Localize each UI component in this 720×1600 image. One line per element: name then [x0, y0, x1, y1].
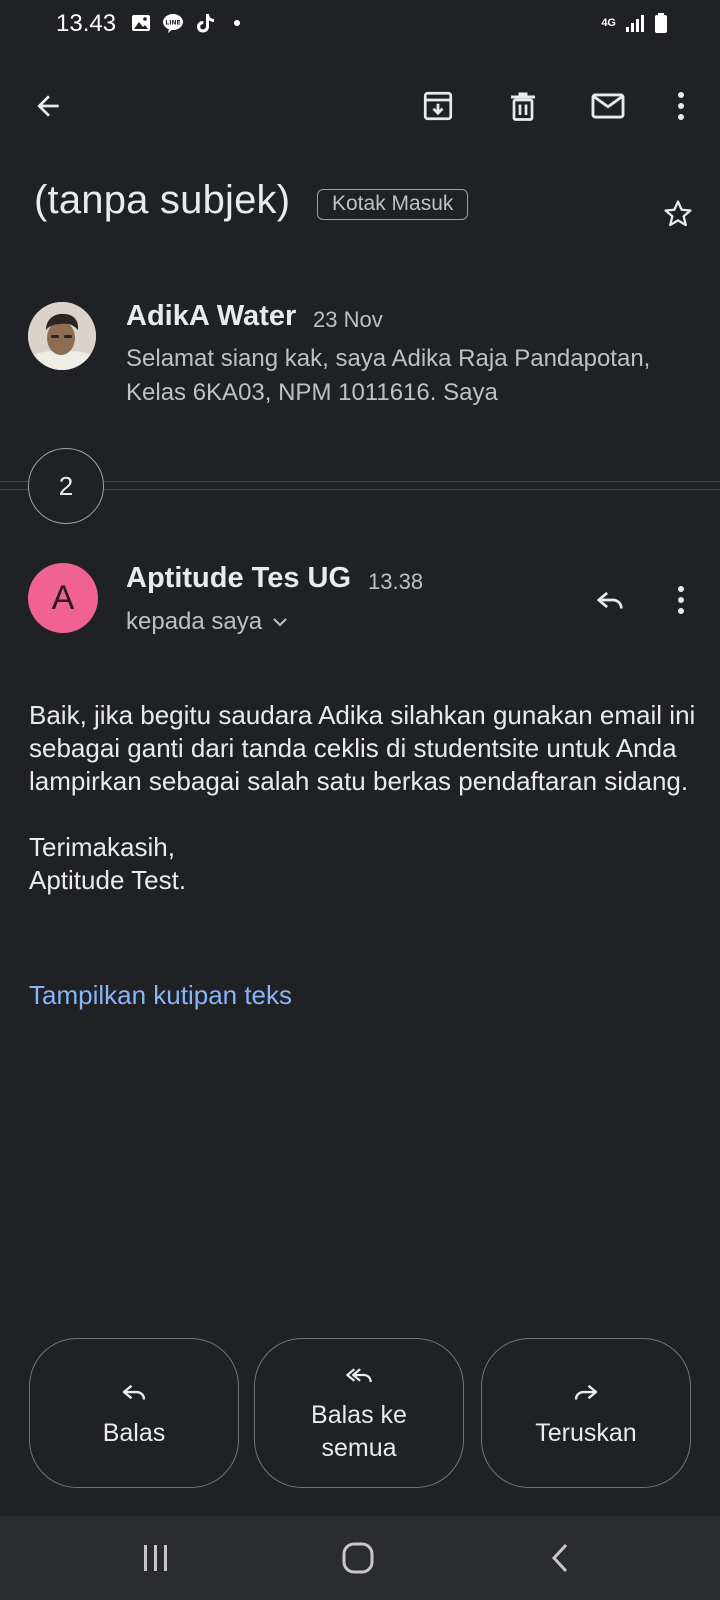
forward-action-button[interactable]: Teruskan	[481, 1338, 691, 1488]
more-vert-icon	[678, 92, 684, 120]
message-sender[interactable]: Aptitude Tes UG	[126, 562, 351, 595]
more-options-button[interactable]	[656, 80, 706, 132]
show-quoted-text-link[interactable]: Tampilkan kutipan teks	[29, 980, 292, 1011]
email-subject: (tanpa subjek)	[34, 178, 291, 222]
home-icon	[342, 1542, 374, 1574]
back-button[interactable]	[22, 80, 74, 132]
back-arrow-icon	[37, 95, 59, 117]
notification-icons: LINE	[130, 12, 248, 34]
body-signature-line: Aptitude Test.	[29, 865, 187, 895]
svg-text:LINE: LINE	[165, 20, 180, 27]
collapsed-messages-count[interactable]: 2	[28, 448, 104, 524]
star-button[interactable]	[654, 190, 702, 238]
network-type: 4G	[601, 16, 616, 29]
first-message-sender[interactable]: AdikA Water	[126, 300, 296, 333]
message-more-button[interactable]	[656, 574, 706, 626]
body-closing-line: Terimakasih,	[29, 832, 175, 862]
inbox-label-chip[interactable]: Kotak Masuk	[317, 189, 469, 220]
body-paragraph: Baik, jika begitu saudara Adika silahkan…	[29, 700, 696, 796]
battery-icon	[655, 13, 667, 33]
dot-icon	[234, 20, 240, 26]
reply-button[interactable]	[584, 574, 636, 626]
reply-icon	[597, 591, 623, 609]
nav-back-icon	[551, 1543, 568, 1573]
gallery-icon	[132, 15, 150, 31]
reply-all-icon	[346, 1368, 372, 1383]
archive-icon	[423, 91, 453, 121]
line-icon: LINE	[163, 14, 183, 33]
delete-icon	[511, 92, 535, 121]
sender-avatar-photo	[28, 302, 96, 370]
star-icon	[664, 200, 692, 227]
recents-icon	[144, 1545, 167, 1571]
forward-icon	[574, 1384, 598, 1400]
first-message-snippet[interactable]: Selamat siang kak, saya Adika Raja Panda…	[126, 342, 686, 410]
mark-unread-button[interactable]	[582, 80, 634, 132]
more-vert-icon	[678, 586, 684, 614]
reply-all-label-line1: Balas ke	[311, 1401, 407, 1429]
home-button[interactable]	[328, 1530, 388, 1586]
reply-label: Balas	[102, 1418, 166, 1447]
recipient-label: kepada saya	[126, 608, 263, 635]
sender-avatar: A	[28, 563, 98, 633]
message-time: 13.38	[368, 569, 424, 594]
message-body: Baik, jika begitu saudara Adika silahkan…	[29, 699, 699, 897]
delete-button[interactable]	[497, 80, 549, 132]
reply-action-button[interactable]: Balas	[29, 1338, 239, 1488]
recents-button[interactable]	[126, 1530, 186, 1586]
tiktok-icon	[197, 14, 214, 33]
forward-label: Teruskan	[535, 1418, 637, 1447]
mark-unread-icon	[591, 93, 625, 119]
profile-photo-icon	[28, 302, 96, 370]
reply-icon	[122, 1384, 146, 1400]
recipient-details-toggle[interactable]: kepada saya	[126, 608, 288, 636]
signal-icon	[626, 15, 644, 32]
reply-all-label-line2: semua	[321, 1434, 397, 1462]
first-message-date: 23 Nov	[313, 307, 383, 332]
chevron-down-icon	[273, 618, 287, 627]
reply-all-label: Balas ke semua	[311, 1399, 407, 1465]
nav-back-button[interactable]	[530, 1530, 590, 1586]
system-status: 4G	[601, 12, 668, 34]
archive-button[interactable]	[412, 80, 464, 132]
collapsed-divider-bottom	[0, 489, 720, 490]
collapsed-divider-top	[0, 481, 720, 482]
reply-all-action-button[interactable]: Balas ke semua	[254, 1338, 464, 1488]
status-time: 13.43	[56, 10, 117, 37]
